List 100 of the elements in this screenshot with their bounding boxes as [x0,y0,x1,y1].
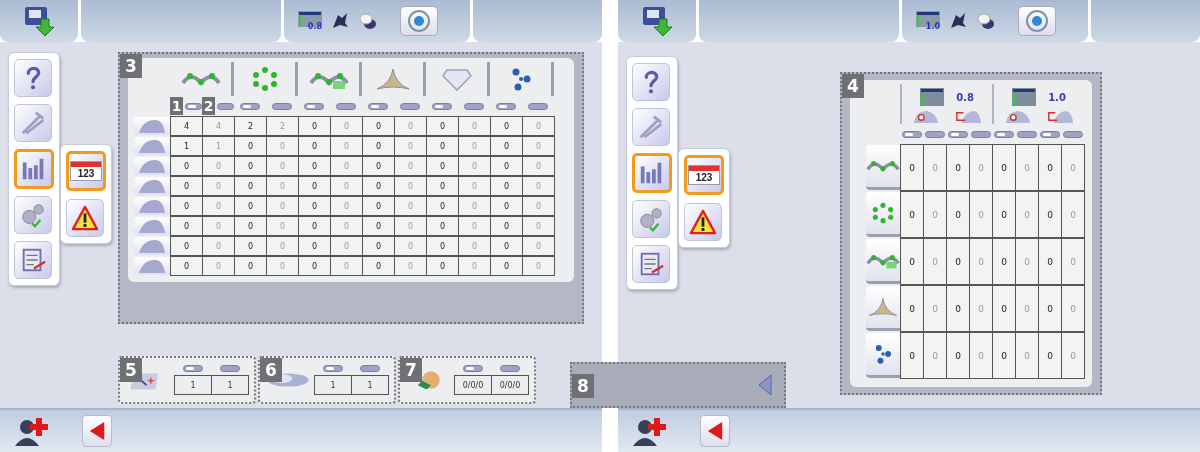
lens-icon[interactable] [358,11,378,31]
column-toggle[interactable] [1062,130,1083,138]
column-toggle[interactable] [272,102,292,110]
help-button[interactable] [14,59,52,97]
table-cell: 0 [298,176,331,196]
column-toggle[interactable] [359,365,380,372]
row-tab[interactable] [866,333,900,378]
column-toggle[interactable] [240,102,260,110]
column-toggle[interactable] [185,102,202,110]
table-cell: 0 [969,285,993,332]
table-cell: 0 [426,176,459,196]
row-tab[interactable] [866,239,900,284]
column-toggle[interactable] [304,102,324,110]
table-cell: 0 [362,236,395,256]
lens-icon[interactable] [976,11,996,31]
column-toggle[interactable] [528,102,548,110]
table-cell: 0 [992,332,1016,379]
add-user-icon[interactable] [14,416,48,446]
table-cell: 0 [490,176,523,196]
table-cell: 1 [202,136,235,156]
back-arrow-icon [88,420,106,442]
column-toggle[interactable] [499,365,520,372]
back-button[interactable] [82,415,112,447]
table-cell: 0 [946,238,970,285]
column-toggle[interactable] [496,102,516,110]
callout-number: 5 [120,358,142,382]
table-cell: 0 [992,238,1016,285]
table-cell: 0 [394,236,427,256]
table-cell: 0 [298,216,331,236]
scroll-left-icon[interactable] [758,374,772,396]
table-cell: 0 [202,156,235,176]
table-cell: 0 [458,156,491,176]
table-cell: 0 [394,156,427,176]
column-toggle[interactable] [970,130,991,138]
table-cell: 0 [362,196,395,216]
column-toggle[interactable] [947,130,968,138]
column-toggle[interactable] [1016,130,1037,138]
help-button[interactable] [632,63,670,101]
row-tab[interactable] [866,145,900,190]
calendar-button[interactable]: 123 [684,155,724,195]
back-button[interactable] [700,415,730,447]
column-toggle[interactable] [400,102,420,110]
add-user-icon[interactable] [632,416,666,446]
tools-button[interactable] [14,104,52,142]
group-tab[interactable]: 1.0 [992,84,1084,124]
document-button[interactable] [632,245,670,283]
column-toggle[interactable] [219,365,240,372]
level-readout: 1.0 [1048,91,1066,103]
column-toggle[interactable] [901,130,922,138]
record-button[interactable] [400,6,438,36]
table-cell: 0 [298,156,331,176]
lens-profile-icon [137,158,167,174]
column-toggle[interactable] [462,365,483,372]
lens-profile-icon [137,118,167,134]
chart-button[interactable] [632,153,672,193]
level-icon [916,11,940,27]
column-toggle[interactable] [464,102,484,110]
table-cell: 0 [298,196,331,216]
table-cell: 0 [522,116,555,136]
row-tab[interactable] [866,192,900,237]
warning-button[interactable] [684,203,722,241]
column-toggle[interactable] [993,130,1014,138]
group-tab[interactable]: 0.8 [900,84,992,124]
record-button[interactable] [1018,6,1056,36]
gears-button[interactable] [632,200,670,238]
back-arrow-icon [706,420,724,442]
column-toggle[interactable] [182,365,203,372]
gears-icon [637,205,665,233]
table-cell: 0 [330,216,363,236]
column-toggle[interactable] [368,102,388,110]
hook-mark-icon [954,109,982,124]
chart-button[interactable] [14,149,54,189]
table-cell: 0 [362,256,395,276]
document-button[interactable] [14,241,52,279]
column-toggle[interactable] [322,365,343,372]
table-cell: 0 [1061,332,1085,379]
callout-number: 4 [842,74,864,98]
table-cell: 0 [426,256,459,276]
column-toggle[interactable] [217,102,234,110]
column-toggle[interactable] [336,102,356,110]
table-cell: 0 [234,236,267,256]
warning-button[interactable] [66,199,104,237]
row-tab[interactable] [866,286,900,331]
table-cell: 0 [330,256,363,276]
tools-button[interactable] [632,108,670,146]
level-icon [298,11,322,27]
gears-button[interactable] [14,196,52,234]
circle-mark-icon [912,109,940,124]
table-cell: 0 [426,136,459,156]
calendar-button[interactable]: 123 [66,151,106,191]
counter-value: 1 [174,375,212,395]
counter-value: 1 [211,375,249,395]
table-cell: 0 [234,256,267,276]
column-toggle[interactable] [1039,130,1060,138]
table-cell: 0 [969,332,993,379]
table-cell: 0 [458,236,491,256]
column-toggle[interactable] [924,130,945,138]
column-toggle[interactable] [432,102,452,110]
table-cell: 0 [170,156,203,176]
table-cell: 0 [1038,238,1062,285]
